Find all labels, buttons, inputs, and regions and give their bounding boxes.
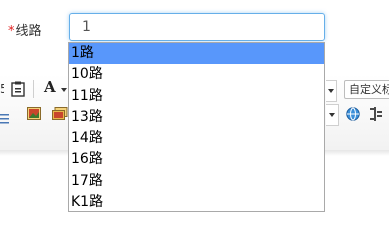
required-mark: * [8,24,15,39]
line-field-label: *线路 [8,20,42,39]
line-dropdown-list: 1路 10路 11路 13路 14路 16路 17路 K1路 [68,42,325,212]
paste-icon[interactable] [11,81,25,97]
anchor-icon[interactable] [369,106,383,121]
chevron-down-icon[interactable] [61,88,67,92]
dropdown-option[interactable]: 17路 [69,171,324,192]
dropdown-option[interactable]: 11路 [69,86,324,107]
toolbar-separator [33,80,34,98]
dropdown-option[interactable]: 14路 [69,128,324,149]
custom-title-select[interactable]: 自定义标 [344,80,389,99]
dropdown-option[interactable]: K1路 [69,192,324,213]
dropdown-option[interactable]: 10路 [69,64,324,85]
font-color-icon[interactable]: A [44,78,56,96]
dropdown-option[interactable]: 16路 [69,149,324,170]
line-input[interactable] [69,13,325,41]
align-icon[interactable] [0,109,9,124]
dropdown-option[interactable]: 13路 [69,107,324,128]
chevron-down-icon[interactable] [329,113,335,117]
toolbar-cut-fragment[interactable]: 5 [0,83,4,95]
chevron-down-icon[interactable] [328,89,334,93]
line-label-text: 线路 [15,24,42,39]
dropdown-option[interactable]: 1路 [69,43,324,65]
globe-icon[interactable] [346,106,360,121]
multi-image-icon[interactable] [52,105,68,120]
image-icon[interactable] [27,105,41,120]
